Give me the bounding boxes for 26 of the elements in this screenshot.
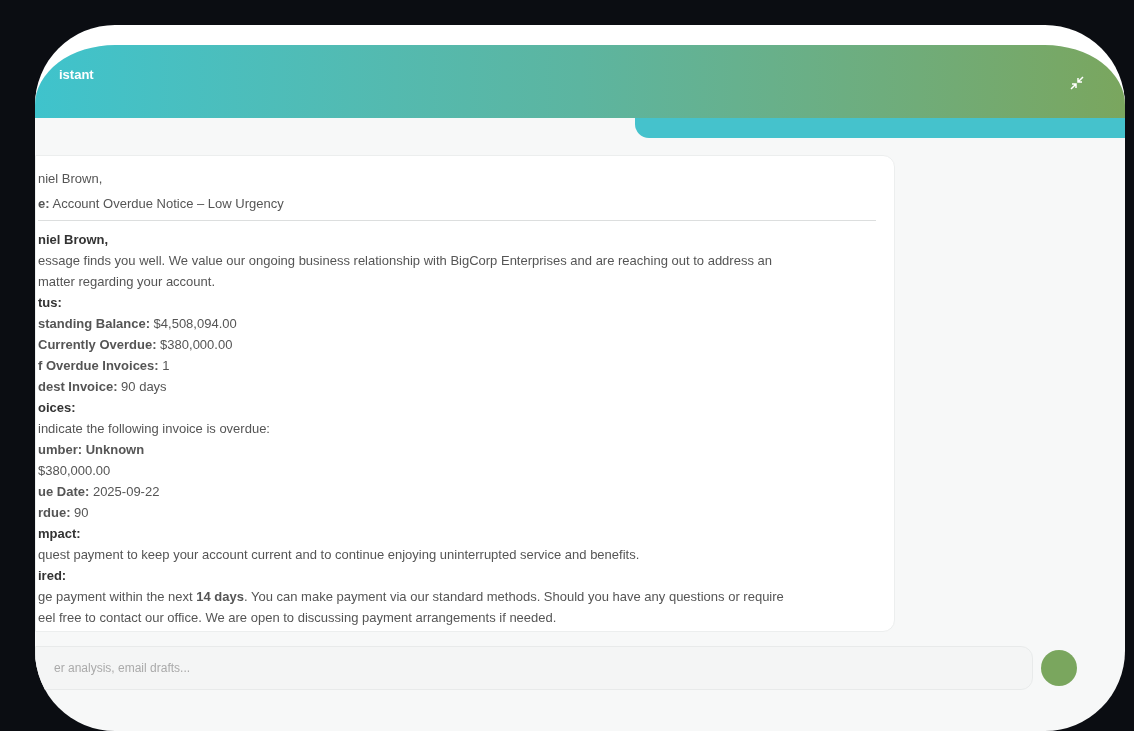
- message-line: dest Invoice: 90 days: [38, 378, 168, 396]
- section-heading: mpact:: [38, 525, 82, 543]
- message-line: rdue: 90: [38, 504, 90, 522]
- message-line: f Overdue Invoices: 1: [38, 357, 171, 375]
- minimize-icon: [1069, 75, 1085, 91]
- message-line: umber: Unknown: [38, 441, 146, 459]
- message-line: standing Balance: $4,508,094.00: [38, 315, 238, 333]
- message-line: eel free to contact our office. We are open to discussing payment arrangements if needed.: [38, 609, 558, 627]
- email-header-line: e: Account Overdue Notice – Low Urgency: [38, 195, 285, 213]
- message-line: matter regarding your account.: [38, 273, 217, 291]
- assistant-title: istant: [59, 66, 94, 84]
- section-heading: oices:: [38, 399, 77, 417]
- message-line: quest payment to keep your account current and to continue enjoying uninterrupted service and benefits.: [38, 546, 641, 564]
- message-line: $380,000.00: [38, 462, 112, 480]
- message-line: Currently Overdue: $380,000.00: [38, 336, 234, 354]
- chat-input[interactable]: er analysis, email drafts...: [35, 646, 1033, 690]
- minimize-button[interactable]: [1069, 75, 1085, 91]
- message-line: ge payment within the next 14 days. You can make payment via our standard methods. Should you have any questions or require: [38, 588, 785, 606]
- section-heading: ired:: [38, 567, 68, 585]
- message-line: indicate the following invoice is overdue:: [38, 420, 271, 438]
- email-header-line: niel Brown,: [38, 170, 104, 188]
- send-button[interactable]: [1041, 650, 1077, 686]
- message-line: essage finds you well. We value our ongoing business relationship with BigCorp Enterprises and are reaching out to address an: [38, 252, 773, 270]
- section-heading: tus:: [38, 294, 63, 312]
- section-heading: niel Brown,: [38, 231, 110, 249]
- message-line: ue Date: 2025-09-22: [38, 483, 161, 501]
